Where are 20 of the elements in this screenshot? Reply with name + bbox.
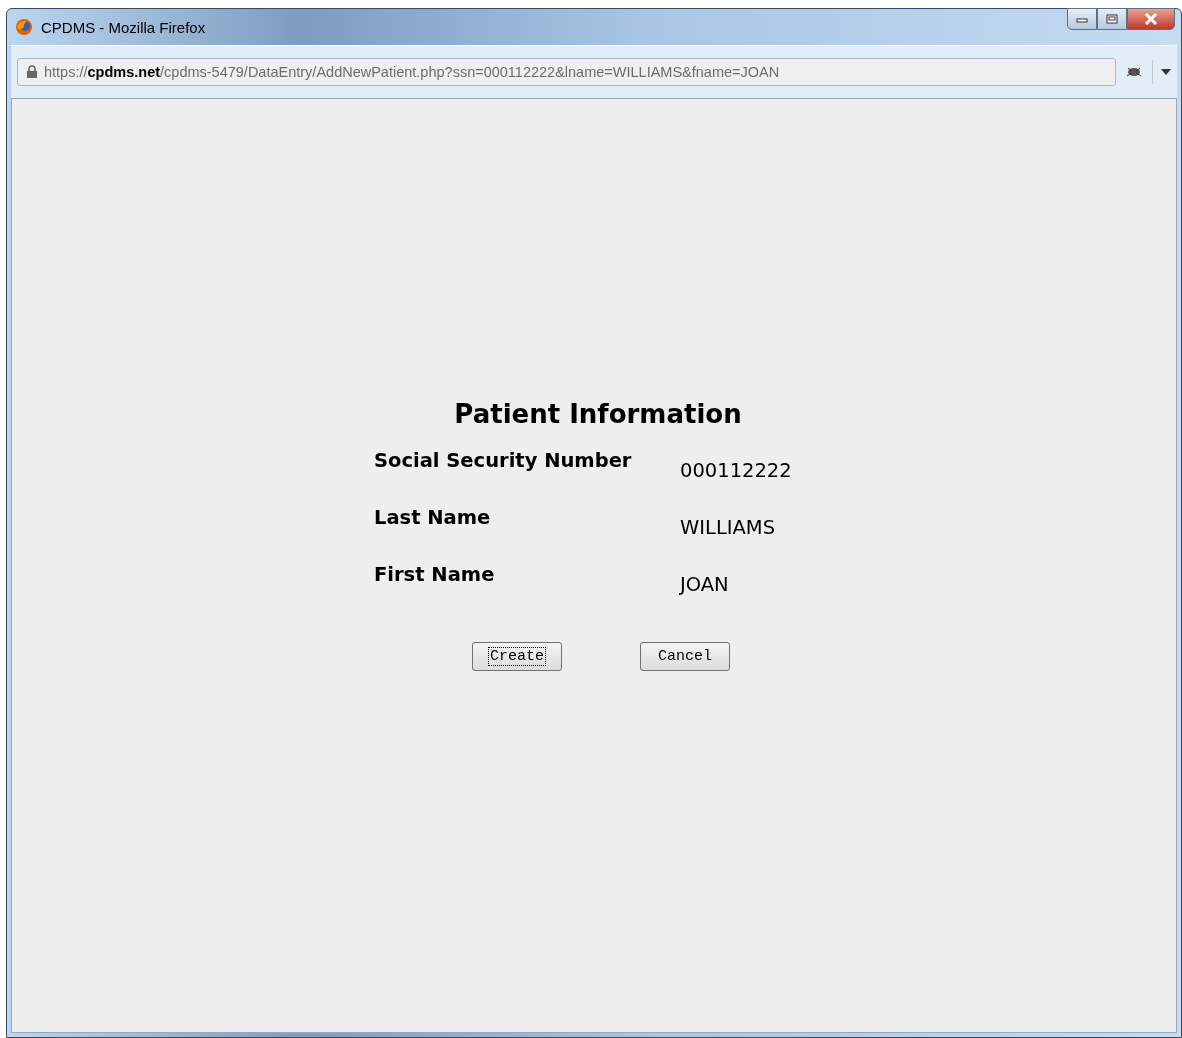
- cancel-button[interactable]: Cancel: [640, 642, 730, 671]
- window-title: CPDMS - Mozilla Firefox: [41, 18, 206, 36]
- field-value: WILLIAMS: [680, 515, 777, 539]
- close-icon: [1144, 13, 1158, 25]
- browser-logo-icon: [15, 18, 33, 36]
- close-button[interactable]: [1127, 8, 1175, 30]
- field-label: First Name: [374, 563, 496, 588]
- minimize-button[interactable]: [1067, 8, 1097, 30]
- create-button[interactable]: Create: [472, 642, 562, 671]
- dropdown-arrow-icon[interactable]: [1161, 69, 1171, 75]
- maximize-button[interactable]: [1097, 8, 1127, 30]
- field-label: Social Security Number: [374, 449, 633, 474]
- field-value: 000112222: [680, 458, 793, 482]
- lock-icon: [26, 65, 38, 79]
- field-value: JOAN: [680, 572, 730, 596]
- field-label: Last Name: [374, 506, 492, 531]
- form-title: Patient Information: [454, 399, 742, 429]
- maximize-icon: [1106, 14, 1118, 24]
- address-bar[interactable]: https://cpdms.net/cpdms-5479/DataEntry/AddNewPatient.php?ssn=000112222&lname=WILLIAMS&fname=JOAN: [17, 58, 1116, 86]
- minimize-icon: [1076, 15, 1088, 23]
